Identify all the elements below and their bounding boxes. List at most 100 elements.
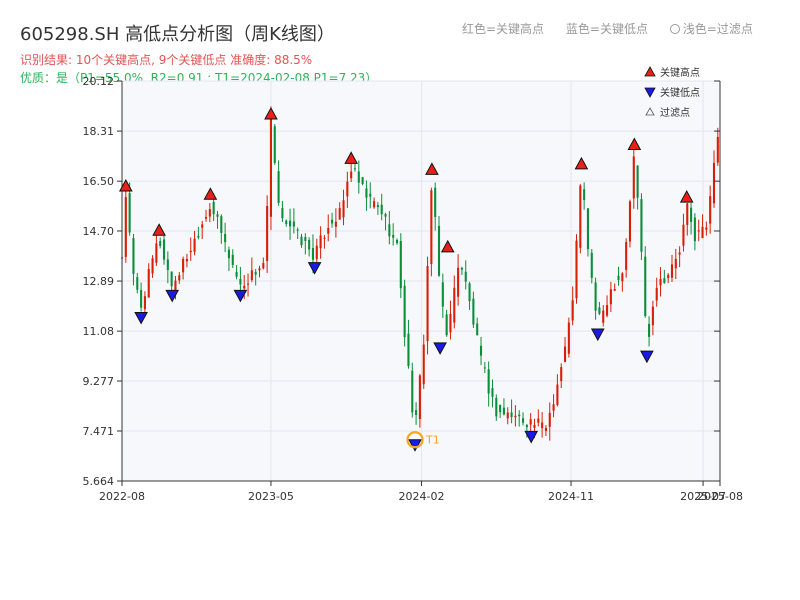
legend-label: 关键低点 <box>660 86 700 99</box>
candle-body <box>323 237 326 239</box>
candle-body <box>189 250 192 253</box>
candle-body <box>159 241 162 247</box>
candle-body <box>716 136 719 163</box>
candle-body <box>651 306 654 326</box>
candle-body <box>350 171 353 179</box>
candle-body <box>449 313 452 333</box>
candle-body <box>376 205 379 208</box>
candle-body <box>552 404 555 411</box>
candle-body <box>495 397 498 417</box>
candle-body <box>216 214 219 217</box>
candle-body <box>659 278 662 286</box>
candle-body <box>128 193 131 233</box>
y-tick-label: 16.50 <box>83 175 115 188</box>
candle-body <box>178 275 181 281</box>
candle-body <box>143 296 146 310</box>
y-tick-label: 18.31 <box>83 125 115 138</box>
candle-body <box>640 199 643 252</box>
candle-body <box>586 208 590 250</box>
candle-body <box>239 278 242 285</box>
candle-body <box>331 219 334 224</box>
candle-body <box>453 287 456 323</box>
candle-body <box>476 323 479 336</box>
candle-body <box>418 375 421 419</box>
candle-body <box>648 323 651 337</box>
candle-body <box>479 345 483 356</box>
candle-body <box>712 162 716 204</box>
candle-body <box>361 177 364 184</box>
candle-body <box>441 282 444 307</box>
candle-body <box>434 187 437 217</box>
candle-body <box>373 201 376 208</box>
candle-body <box>709 196 712 224</box>
candle-body <box>289 220 292 227</box>
candle-body <box>334 221 337 227</box>
candle-body <box>304 237 307 241</box>
candle-body <box>300 236 303 246</box>
candle-body <box>384 213 387 217</box>
candle-body <box>541 422 544 429</box>
candle-body <box>319 235 322 249</box>
candle-body <box>254 271 257 275</box>
candle-body <box>598 307 601 314</box>
candle-body <box>266 205 269 261</box>
candle-body <box>628 201 632 242</box>
candle-body <box>311 247 315 260</box>
candle-body <box>403 285 406 338</box>
y-tick-label: 9.277 <box>83 375 115 388</box>
candle-body <box>411 370 414 413</box>
candle-body <box>124 197 127 257</box>
candle-body <box>357 171 360 183</box>
candle-body <box>269 119 273 217</box>
candle-body <box>514 415 517 418</box>
candle-body <box>388 224 391 237</box>
y-tick-label: 14.70 <box>83 225 115 238</box>
x-tick-label: 2024-02 <box>399 490 445 503</box>
candle-body <box>560 367 563 382</box>
x-tick-label: 2023-05 <box>248 490 294 503</box>
candle-body <box>224 234 227 243</box>
candle-body <box>292 221 295 227</box>
candle-body <box>151 258 154 274</box>
candle-body <box>529 419 532 425</box>
candle-body <box>197 236 200 238</box>
x-tick-label: 2022-08 <box>99 490 145 503</box>
candle-body <box>674 258 677 269</box>
candle-body <box>407 333 410 367</box>
candle-body <box>583 189 586 200</box>
candle-body <box>609 289 612 305</box>
candle-body <box>457 267 460 297</box>
candlestick-chart: 5.664 7.471 9.277 11.08 12.89 14.70 16.50 18.31… <box>83 66 743 503</box>
candle-body <box>602 310 605 323</box>
y-tick-label: 11.08 <box>83 325 115 338</box>
candle-body <box>693 217 696 242</box>
candle-body <box>575 240 578 299</box>
candle-body <box>544 427 547 431</box>
candle-body <box>705 227 708 230</box>
candle-body <box>487 369 490 394</box>
candle-body <box>258 268 261 271</box>
candle-body <box>395 239 399 244</box>
candle-body <box>399 241 402 289</box>
candle-body <box>342 200 345 218</box>
candle-body <box>220 216 223 233</box>
candle-body <box>281 208 284 219</box>
candle-body <box>136 277 139 290</box>
candle-body <box>697 230 700 232</box>
y-tick-label: 7.471 <box>83 425 115 438</box>
candle-body <box>193 238 196 252</box>
candle-body <box>686 203 689 225</box>
candle-body <box>273 126 276 163</box>
candle-body <box>170 271 173 287</box>
candle-body <box>437 225 441 276</box>
candle-body <box>243 285 246 289</box>
candle-body <box>594 282 597 311</box>
candle-body <box>235 271 238 277</box>
candle-body <box>204 216 208 219</box>
candle-body <box>701 226 704 239</box>
candle-body <box>483 367 486 369</box>
candle-body <box>621 273 624 282</box>
candle-body <box>147 269 150 298</box>
candle-body <box>667 274 670 279</box>
candle-body <box>422 344 425 385</box>
